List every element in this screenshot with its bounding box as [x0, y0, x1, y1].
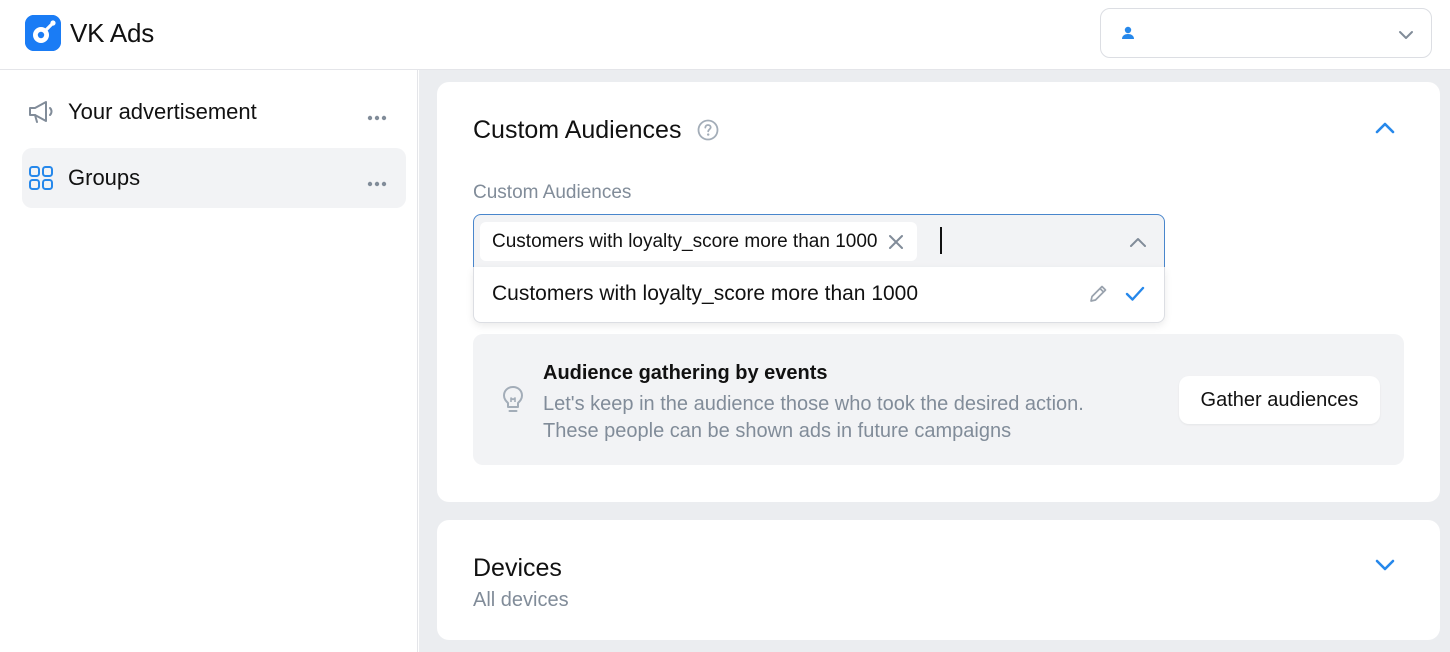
- audience-select[interactable]: Customers with loyalty_score more than 1…: [473, 214, 1165, 268]
- section-title: Custom Audiences: [473, 116, 682, 144]
- gather-audiences-button[interactable]: Gather audiences: [1179, 376, 1380, 424]
- text-cursor: [940, 227, 942, 254]
- sidebar-item-label: Groups: [68, 165, 141, 190]
- app-title: VK Ads: [70, 17, 155, 48]
- option-label: Customers with loyalty_score more than 1…: [492, 282, 919, 305]
- close-icon[interactable]: [887, 233, 905, 251]
- sidebar: Your advertisement Groups: [0, 70, 418, 652]
- audience-gathering-hint: Audience gathering by events Let's keep …: [473, 334, 1404, 465]
- devices-value: All devices: [473, 589, 569, 611]
- selected-audience-chip[interactable]: Customers with loyalty_score more than 1…: [480, 222, 918, 261]
- help-icon[interactable]: [697, 119, 719, 146]
- grid-icon: [26, 163, 56, 193]
- check-icon: [1124, 284, 1146, 309]
- more-icon[interactable]: [367, 108, 387, 126]
- custom-audiences-card: Custom Audiences Custom Audiences Custom…: [437, 82, 1440, 502]
- vk-ads-logo-icon: [25, 15, 61, 51]
- main-content: Custom Audiences Custom Audiences Custom…: [419, 70, 1450, 652]
- chip-label: Customers with loyalty_score more than 1…: [492, 230, 878, 252]
- chevron-up-icon[interactable]: [1373, 116, 1397, 145]
- user-icon: [1120, 25, 1136, 46]
- section-title: Devices: [473, 554, 562, 582]
- chevron-down-icon[interactable]: [1373, 553, 1397, 582]
- megaphone-icon: [26, 97, 56, 127]
- sidebar-item-groups[interactable]: Groups: [22, 148, 406, 208]
- sidebar-item-label: Your advertisement: [68, 99, 257, 124]
- account-selector[interactable]: [1100, 8, 1432, 58]
- pencil-icon[interactable]: [1087, 283, 1109, 310]
- lightbulb-icon: [499, 384, 527, 421]
- top-bar: VK Ads: [0, 0, 1450, 70]
- chevron-down-icon: [1397, 26, 1415, 49]
- hint-title: Audience gathering by events: [543, 362, 828, 384]
- devices-card[interactable]: Devices All devices: [437, 520, 1440, 640]
- app-logo[interactable]: VK Ads: [25, 15, 154, 51]
- more-icon[interactable]: [367, 174, 387, 192]
- field-label: Custom Audiences: [473, 182, 632, 203]
- chevron-up-icon[interactable]: [1128, 235, 1148, 254]
- audience-dropdown: Customers with loyalty_score more than 1…: [473, 267, 1165, 323]
- sidebar-item-your-advertisement[interactable]: Your advertisement: [22, 82, 406, 142]
- hint-description: Let's keep in the audience those who too…: [543, 393, 1084, 442]
